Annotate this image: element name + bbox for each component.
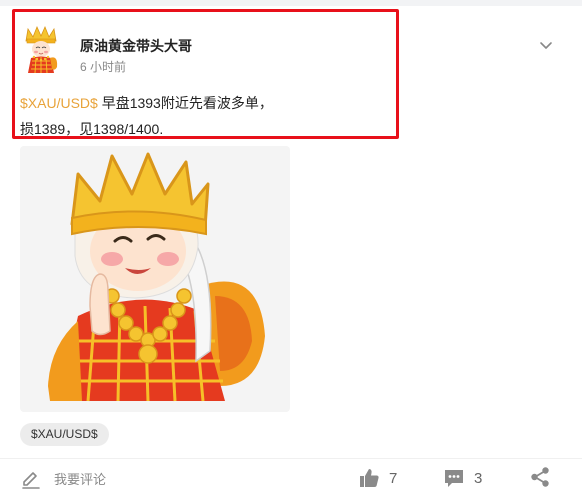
write-comment-label: 我要评论 xyxy=(54,471,107,487)
share-icon[interactable] xyxy=(529,466,551,488)
post-time: 6 小时前 xyxy=(80,60,127,74)
post-text-segment: 早盘1393附近先看波多单， xyxy=(97,95,273,111)
comment-count: 3 xyxy=(474,469,483,487)
post-card: 原油黄金带头大哥 6 小时前 $XAU/USD$ 早盘1393附近先看波多单， … xyxy=(0,6,582,504)
like-button[interactable]: 7 xyxy=(358,466,397,490)
avatar[interactable] xyxy=(22,25,60,73)
like-count: 7 xyxy=(389,469,398,487)
topic-tag[interactable]: $XAU/USD$ xyxy=(20,423,109,446)
post-content: $XAU/USD$ 早盘1393附近先看波多单， 损1389，见1398/140… xyxy=(20,90,390,142)
edit-icon xyxy=(22,472,40,489)
post-text-line-2: 损1389，见1398/1400. xyxy=(20,121,164,137)
comment-count-button[interactable]: 3 xyxy=(443,466,482,490)
post-image[interactable] xyxy=(20,146,290,412)
author-name[interactable]: 原油黄金带头大哥 xyxy=(80,36,192,56)
divider xyxy=(0,458,582,459)
chevron-down-icon[interactable] xyxy=(536,36,556,56)
monk-illustration xyxy=(48,152,265,402)
thumbs-up-icon xyxy=(360,469,379,487)
write-comment-button[interactable]: 我要评论 xyxy=(20,466,106,490)
post-text-line-1: $XAU/USD$ 早盘1393附近先看波多单， xyxy=(20,90,390,116)
comment-icon xyxy=(445,470,463,487)
ticker-link[interactable]: $XAU/USD$ xyxy=(20,95,98,111)
